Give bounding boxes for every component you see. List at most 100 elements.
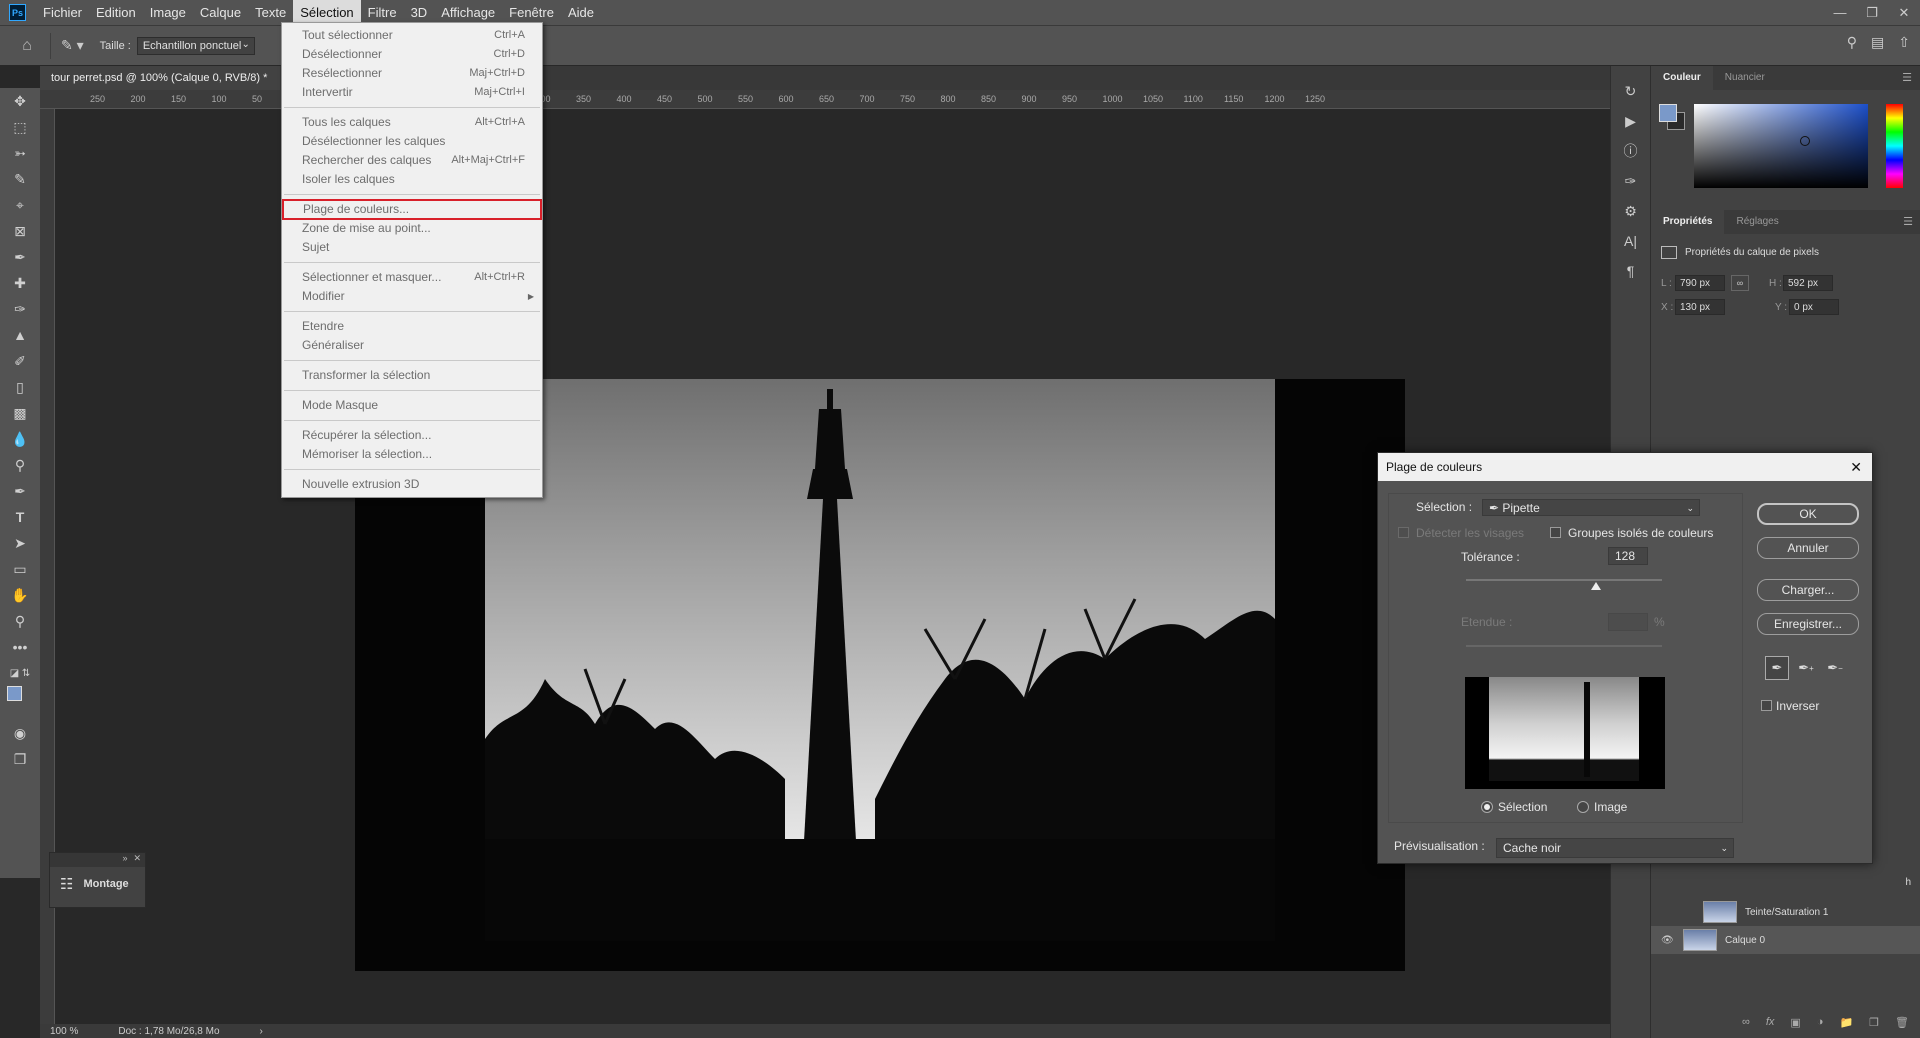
panel-menu-icon[interactable]: ☰ [1902,71,1912,84]
eyedropper-icon[interactable]: ✒ [1765,656,1789,680]
hand-tool-icon[interactable]: ✋ [0,582,40,608]
height-field[interactable]: 592 px [1783,275,1833,291]
menu-item[interactable]: Désélectionner les calques [282,132,542,151]
close-icon[interactable]: ✕ [1850,453,1862,481]
invert-checkbox[interactable] [1761,700,1772,711]
menu-fichier[interactable]: Fichier [36,0,89,25]
load-button[interactable]: Charger... [1757,579,1859,601]
dodge-tool-icon[interactable]: ⚲ [0,452,40,478]
menu-image[interactable]: Image [143,0,193,25]
eraser-tool-icon[interactable]: ▯ [0,374,40,400]
actions-icon[interactable]: ▶ [1611,106,1650,136]
ok-button[interactable]: OK [1757,503,1859,525]
eyedropper-icon[interactable]: ✎ ▾ [61,37,84,54]
foreground-color-swatch[interactable] [7,686,22,701]
selection-select[interactable]: ✒ Pipette ⌄ [1482,499,1700,516]
range-input[interactable] [1608,613,1648,631]
chevron-right-icon[interactable]: › [260,1026,263,1037]
workspace-icon[interactable]: ▤ [1871,34,1884,51]
marquee-tool-icon[interactable]: ⬚ [0,114,40,140]
healing-tool-icon[interactable]: ✚ [0,270,40,296]
isolated-groups-checkbox[interactable] [1550,527,1561,538]
menu-item[interactable]: Mémoriser la sélection... [282,445,542,464]
folder-icon[interactable]: 📁 [1839,1016,1853,1029]
lasso-tool-icon[interactable]: ➳ [0,140,40,166]
frame-tool-icon[interactable]: ⊠ [0,218,40,244]
menu-item[interactable]: Resélectionner Maj+Ctrl+D [282,64,542,83]
menu-item[interactable]: Intervertir Maj+Ctrl+I [282,83,542,102]
stamp-tool-icon[interactable]: ▲ [0,322,40,348]
tab-nuancier[interactable]: Nuancier [1713,66,1777,90]
quick-selection-tool-icon[interactable]: ✎ [0,166,40,192]
more-tools-icon[interactable]: ••• [0,634,40,660]
menu-item[interactable]: Sujet [282,238,542,257]
detect-faces-checkbox[interactable] [1398,527,1409,538]
menu-item[interactable]: Modifier ▶ [282,287,542,306]
menu-item[interactable]: Désélectionner Ctrl+D [282,45,542,64]
screen-mode-icon[interactable]: ❐ [0,746,40,772]
collapse-icon[interactable]: » [122,853,127,867]
new-layer-icon[interactable]: ❐ [1869,1016,1879,1029]
brush-tool-icon[interactable]: ✑ [0,296,40,322]
brush-settings-icon[interactable]: ✑ [1611,166,1650,196]
menu-item[interactable]: Généraliser [282,336,542,355]
history-icon[interactable]: ↻ [1611,76,1650,106]
adjustment-layer-icon[interactable]: ◑ [1817,1016,1824,1028]
hue-slider[interactable] [1886,104,1903,188]
radio-image[interactable] [1577,801,1589,813]
restore-icon[interactable]: ❐ [1856,0,1888,25]
color-field[interactable] [1694,104,1868,188]
default-colors-icon[interactable]: ◪ ⇅ [0,660,40,686]
mask-icon[interactable]: ▣ [1790,1016,1800,1029]
montage-panel[interactable]: » ✕ ☷ Montage [49,852,146,908]
menu-item[interactable]: Sélectionner et masquer... Alt+Ctrl+R [282,268,542,287]
menu-item[interactable]: Transformer la sélection [282,366,542,385]
tab-proprietes[interactable]: Propriétés [1651,210,1725,234]
document-tab[interactable]: tour perret.psd @ 100% (Calque 0, RVB/8)… [40,66,280,90]
preview-select[interactable]: Cache noir ⌄ [1496,838,1734,858]
home-icon[interactable]: ⌂ [14,33,40,59]
pen-tool-icon[interactable]: ✒ [0,478,40,504]
menu-item[interactable]: Nouvelle extrusion 3D [282,475,542,494]
save-button[interactable]: Enregistrer... [1757,613,1859,635]
path-selection-icon[interactable]: ➤ [0,530,40,556]
cancel-button[interactable]: Annuler [1757,537,1859,559]
menu-item[interactable]: Mode Masque [282,396,542,415]
search-icon[interactable]: ⚲ [1847,34,1857,51]
menu-item[interactable]: Isoler les calques [282,170,542,189]
width-field[interactable]: 790 px [1675,275,1725,291]
eyedropper-minus-icon[interactable]: ✒ − [1823,656,1847,680]
rectangle-tool-icon[interactable]: ▭ [0,556,40,582]
tolerance-input[interactable]: 128 [1608,547,1648,565]
info-icon[interactable]: ⓘ [1611,136,1650,166]
tolerance-slider-thumb[interactable] [1591,582,1601,590]
fx-icon[interactable]: fx [1766,1016,1775,1028]
character-icon[interactable]: A| [1611,226,1650,256]
eyedropper-tool-icon[interactable]: ✒ [0,244,40,270]
eyedropper-plus-icon[interactable]: ✒ + [1794,656,1818,680]
y-field[interactable]: 0 px [1789,299,1839,315]
size-select[interactable]: Echantillon ponctuel ⌄ [136,36,255,55]
move-tool-icon[interactable]: ✥ [0,88,40,114]
close-icon[interactable]: ✕ [133,853,141,867]
crop-tool-icon[interactable]: ⌖ [0,192,40,218]
tab-reglages[interactable]: Réglages [1724,210,1790,234]
blur-tool-icon[interactable]: 💧 [0,426,40,452]
menu-item[interactable]: Tout sélectionner Ctrl+A [282,26,542,45]
menu-edition[interactable]: Edition [89,0,143,25]
menu-item[interactable]: Tous les calques Alt+Ctrl+A [282,113,542,132]
adjustments-icon[interactable]: ⚙ [1611,196,1650,226]
layer-row-teinte[interactable]: Teinte/Saturation 1 [1651,898,1920,926]
menu-item[interactable]: Récupérer la sélection... [282,426,542,445]
radio-selection[interactable] [1481,801,1493,813]
zoom-level[interactable]: 100 % [50,1026,78,1037]
trash-icon[interactable]: 🗑 [1895,1016,1909,1029]
link-icon[interactable]: ∞ [1731,275,1749,291]
gradient-tool-icon[interactable]: ▩ [0,400,40,426]
x-field[interactable]: 130 px [1675,299,1725,315]
color-picker-marker[interactable] [1800,136,1810,146]
tab-couleur[interactable]: Couleur [1651,66,1713,90]
menu-item[interactable]: Rechercher des calques Alt+Maj+Ctrl+F [282,151,542,170]
panel-menu-icon[interactable]: ☰ [1903,215,1913,228]
link-layers-icon[interactable]: ∞ [1742,1016,1750,1028]
